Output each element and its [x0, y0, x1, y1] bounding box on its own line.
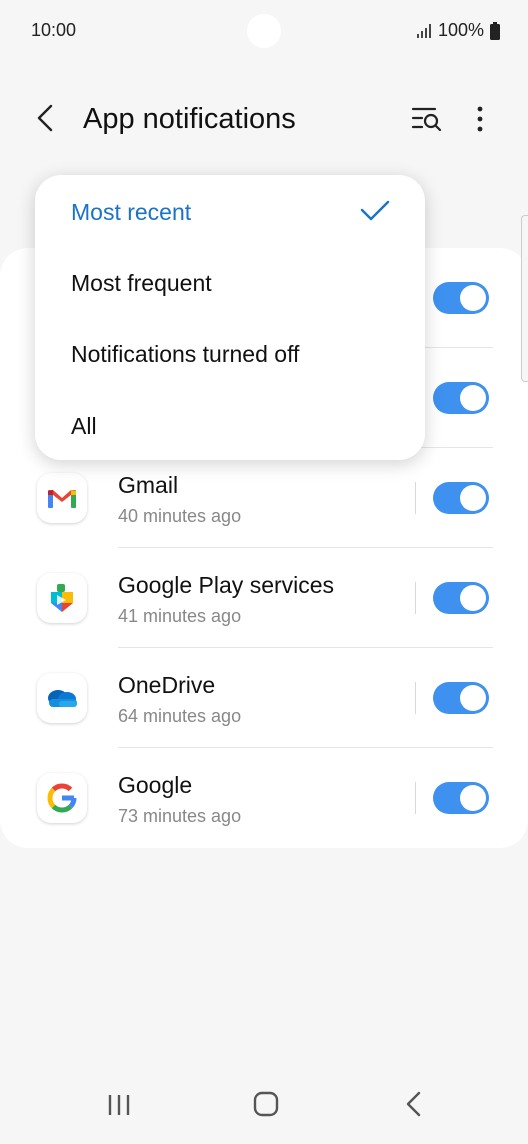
toggle-knob	[460, 785, 486, 811]
app-last-notified: 41 minutes ago	[118, 606, 242, 626]
app-name: Google Play services	[118, 572, 335, 598]
signal-icon	[416, 23, 431, 38]
gmail-notification-toggle[interactable]	[433, 482, 489, 514]
google-play-services-notification-toggle[interactable]	[433, 582, 489, 614]
list-item-gmail[interactable]: Gmail 40 minutes ago	[0, 448, 528, 548]
google-notification-toggle[interactable]	[433, 782, 489, 814]
back-icon[interactable]	[30, 102, 62, 134]
toggle-knob	[460, 285, 486, 311]
toggle-knob	[460, 585, 486, 611]
sort-dropdown-menu: Most recent Most frequent Notifications …	[35, 175, 425, 460]
recent-apps-icon[interactable]	[107, 1093, 131, 1117]
toggle-knob	[460, 685, 486, 711]
nav-back-icon[interactable]	[403, 1091, 425, 1117]
list-item-onedrive[interactable]: OneDrive 64 minutes ago	[0, 648, 528, 748]
status-bar: 10:00 100%	[0, 0, 528, 60]
more-options-icon[interactable]	[470, 104, 490, 134]
battery-percentage: 100%	[437, 20, 484, 40]
app-last-notified: 73 minutes ago	[118, 806, 242, 826]
menu-item-most-recent[interactable]: Most recent	[71, 199, 191, 226]
menu-item-notifications-turned-off[interactable]: Notifications turned off	[71, 341, 299, 368]
home-icon[interactable]	[253, 1091, 279, 1117]
app-name: Gmail	[118, 472, 179, 498]
navigation-bar	[0, 1074, 528, 1144]
camera-cutout	[247, 14, 281, 48]
row-separator	[415, 682, 416, 714]
google-play-services-icon	[37, 573, 87, 623]
row-separator	[415, 482, 416, 514]
app-name: OneDrive	[118, 672, 216, 698]
checkmark-icon	[360, 200, 390, 221]
row-separator	[415, 582, 416, 614]
row-separator	[415, 782, 416, 814]
list-item-google[interactable]: Google 73 minutes ago	[0, 748, 528, 848]
list-item-google-play-services[interactable]: Google Play services 41 minutes ago	[0, 548, 528, 648]
battery-icon	[490, 21, 500, 40]
app-name: Google	[118, 772, 193, 798]
gmail-icon	[37, 473, 87, 523]
google-icon	[37, 773, 87, 823]
scrollbar[interactable]	[521, 215, 528, 382]
toggle-knob	[460, 385, 486, 411]
onedrive-icon	[37, 673, 87, 723]
app-last-notified: 64 minutes ago	[118, 706, 242, 726]
app-bar: App notifications	[0, 90, 528, 150]
filter-search-icon[interactable]	[411, 104, 443, 134]
onedrive-notification-toggle[interactable]	[433, 682, 489, 714]
app-last-notified: 40 minutes ago	[118, 506, 242, 526]
notification-toggle[interactable]	[433, 282, 489, 314]
status-time: 10:00	[31, 20, 77, 40]
toggle-knob	[460, 485, 486, 511]
menu-item-all[interactable]: All	[71, 413, 97, 440]
page-title: App notifications	[83, 103, 296, 135]
notification-toggle[interactable]	[433, 382, 489, 414]
menu-item-most-frequent[interactable]: Most frequent	[71, 270, 212, 297]
status-right: 100%	[416, 20, 500, 41]
